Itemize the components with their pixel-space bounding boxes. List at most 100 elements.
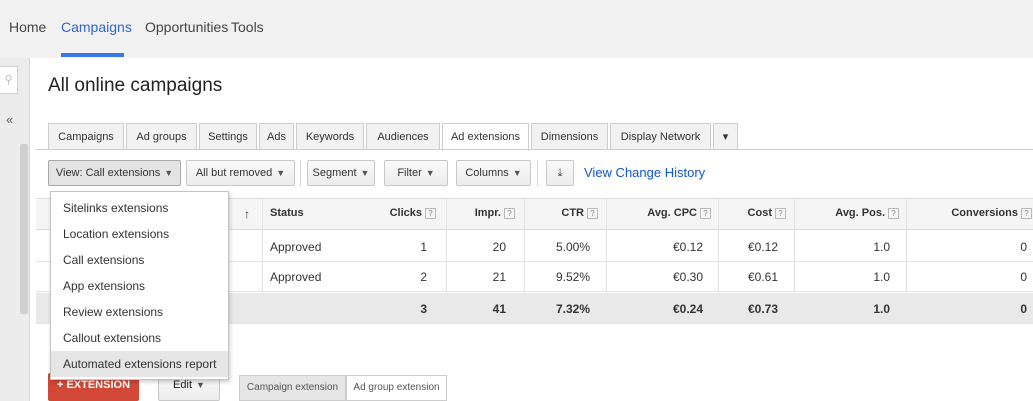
avg-pos-header-label: Avg. Pos. <box>835 207 885 219</box>
cell-status: Approved <box>270 270 322 284</box>
status-filter-button[interactable]: All but removed ▼ <box>186 160 295 186</box>
menu-item-location-extensions[interactable]: Location extensions <box>51 221 228 247</box>
toolbar-separator <box>300 160 301 186</box>
cell-conversions: 0 <box>1020 240 1027 254</box>
more-tabs-button[interactable]: ▾ <box>713 123 738 150</box>
segment-label: Segment <box>312 167 357 179</box>
column-header-avg-pos[interactable]: Avg. Pos.? <box>835 207 899 219</box>
column-header-ctr[interactable]: CTR? <box>561 207 598 219</box>
nav-opportunities[interactable]: Opportunities <box>145 19 228 35</box>
view-change-history-link[interactable]: View Change History <box>584 165 705 180</box>
nav-home[interactable]: Home <box>9 19 46 35</box>
cell-ctr: 9.52% <box>555 270 590 284</box>
cell-avg-pos: 1.0 <box>873 270 890 284</box>
sort-arrow-icon[interactable]: ↑ <box>244 207 250 221</box>
ctr-header-label: CTR <box>561 207 584 219</box>
column-header-avg-cpc[interactable]: Avg. CPC? <box>647 207 711 219</box>
search-icon[interactable]: ⚲ <box>0 66 18 94</box>
help-icon[interactable]: ? <box>587 207 598 219</box>
tab-divider <box>36 149 1033 150</box>
cell-status: Approved <box>270 240 322 254</box>
tab-campaigns[interactable]: Campaigns <box>48 123 124 150</box>
menu-item-review-extensions[interactable]: Review extensions <box>51 299 228 325</box>
download-icon: ⤓ <box>557 167 563 179</box>
tab-ads[interactable]: Ads <box>259 123 294 150</box>
columns-button[interactable]: Columns ▼ <box>456 160 531 186</box>
total-conversions: 0 <box>1020 302 1027 316</box>
chevron-down-icon: ▼ <box>512 168 522 178</box>
help-icon[interactable]: ? <box>888 207 899 219</box>
menu-item-call-extensions[interactable]: Call extensions <box>51 247 228 273</box>
total-ctr: 7.32% <box>555 302 590 316</box>
active-nav-indicator <box>61 53 124 57</box>
total-avg-pos: 1.0 <box>873 302 890 316</box>
impr-header-label: Impr. <box>474 207 501 219</box>
menu-item-automated-extensions-report[interactable]: Automated extensions report <box>51 351 228 377</box>
view-dropdown-menu: Sitelinks extensions Location extensions… <box>50 191 229 380</box>
tab-ad-groups[interactable]: Ad groups <box>126 123 197 150</box>
cell-clicks: 2 <box>420 270 427 284</box>
cell-impr: 20 <box>492 240 506 254</box>
cell-conversions: 0 <box>1020 270 1027 284</box>
help-icon[interactable]: ? <box>775 207 786 219</box>
total-impr: 41 <box>492 302 506 316</box>
help-icon[interactable]: ? <box>1021 207 1032 219</box>
column-header-clicks[interactable]: Clicks? <box>390 207 436 219</box>
left-rail: ⚲ « <box>0 58 30 401</box>
chevron-down-icon: ▼ <box>425 168 435 178</box>
download-button[interactable]: ⤓ <box>546 160 574 186</box>
edit-label: Edit <box>173 379 193 391</box>
segment-button[interactable]: Segment ▼ <box>307 160 375 186</box>
cell-clicks: 1 <box>420 240 427 254</box>
top-navigation: Home Campaigns Opportunities Tools <box>0 0 1033 58</box>
filter-label: Filter <box>397 167 422 179</box>
view-dropdown-button[interactable]: View: Call extensions ▼ <box>48 160 181 186</box>
cost-header-label: Cost <box>747 207 772 219</box>
cell-avg-cpc: €0.12 <box>672 240 703 254</box>
tab-dimensions[interactable]: Dimensions <box>531 123 608 150</box>
column-header-cost[interactable]: Cost? <box>748 207 786 219</box>
tab-campaign-extension[interactable]: Campaign extension <box>239 375 346 401</box>
clicks-header-label: Clicks <box>389 207 422 219</box>
menu-item-callout-extensions[interactable]: Callout extensions <box>51 325 228 351</box>
chevron-down-icon: ▾ <box>722 131 729 143</box>
total-cost: €0.73 <box>747 302 778 316</box>
menu-item-app-extensions[interactable]: App extensions <box>51 273 228 299</box>
chevron-down-icon: ▼ <box>360 168 370 178</box>
total-avg-cpc: €0.24 <box>672 302 703 316</box>
tab-display-network[interactable]: Display Network <box>610 123 711 150</box>
cell-avg-cpc: €0.30 <box>672 270 703 284</box>
column-header-impr[interactable]: Impr.? <box>475 207 515 219</box>
tab-audiences[interactable]: Audiences <box>366 123 440 150</box>
page-title: All online campaigns <box>48 75 223 96</box>
cell-cost: €0.61 <box>747 270 778 284</box>
chevron-down-icon: ▼ <box>164 168 174 178</box>
view-label: View: Call extensions <box>55 167 161 179</box>
tab-keywords[interactable]: Keywords <box>296 123 364 150</box>
collapse-panel-icon[interactable]: « <box>6 112 13 127</box>
nav-tools[interactable]: Tools <box>231 19 264 35</box>
menu-item-sitelinks-extensions[interactable]: Sitelinks extensions <box>51 195 228 221</box>
help-icon[interactable]: ? <box>425 207 436 219</box>
cell-avg-pos: 1.0 <box>873 240 890 254</box>
avg-cpc-header-label: Avg. CPC <box>647 207 697 219</box>
cell-ctr: 5.00% <box>555 240 590 254</box>
column-header-conversions[interactable]: Conversions? <box>951 207 1032 219</box>
toolbar-separator <box>537 160 538 186</box>
scrollbar[interactable] <box>20 144 28 314</box>
column-header-status[interactable]: Status <box>270 207 304 219</box>
filter-button[interactable]: Filter ▼ <box>384 160 448 186</box>
columns-label: Columns <box>465 167 509 179</box>
cell-impr: 21 <box>492 270 506 284</box>
status-filter-label: All but removed <box>195 167 273 179</box>
help-icon[interactable]: ? <box>504 207 515 219</box>
total-clicks: 3 <box>420 302 427 316</box>
help-icon[interactable]: ? <box>700 207 711 219</box>
tab-ad-group-extension[interactable]: Ad group extension <box>346 375 447 401</box>
conversions-header-label: Conversions <box>951 207 1018 219</box>
nav-campaigns[interactable]: Campaigns <box>61 19 132 35</box>
tab-settings[interactable]: Settings <box>199 123 257 150</box>
chevron-down-icon: ▼ <box>276 168 286 178</box>
tab-ad-extensions[interactable]: Ad extensions <box>442 123 529 151</box>
cell-cost: €0.12 <box>747 240 778 254</box>
